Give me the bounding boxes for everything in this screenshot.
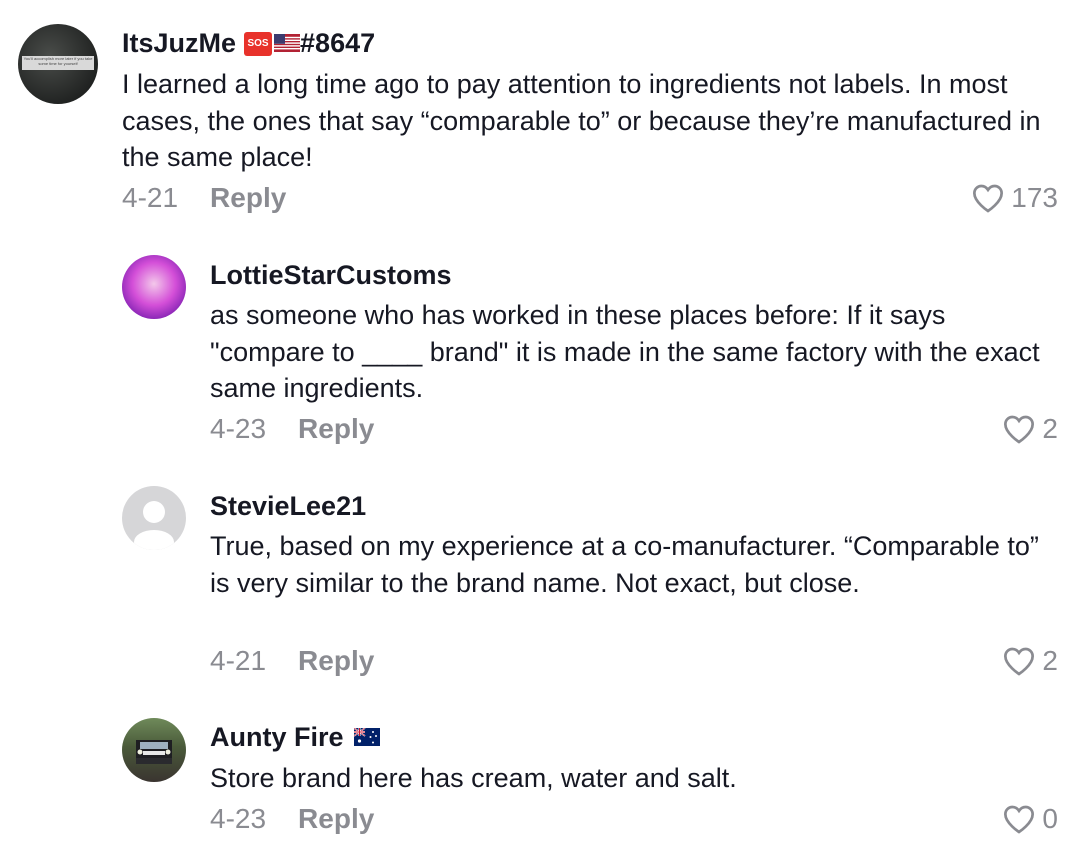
truck-image — [136, 740, 172, 764]
sos-badge-icon: SOS — [244, 31, 273, 56]
comment-text: I learned a long time ago to pay attenti… — [122, 69, 1041, 172]
australia-flag-icon — [353, 722, 380, 753]
avatar[interactable] — [122, 255, 186, 319]
like-count: 173 — [1011, 182, 1058, 213]
heart-outline-icon — [1004, 805, 1035, 834]
default-avatar-icon — [134, 501, 174, 550]
heart-outline-icon — [1004, 647, 1035, 676]
reply-button[interactable]: Reply — [298, 803, 374, 835]
reply-button[interactable]: Reply — [298, 645, 374, 677]
comment-text: True, based on my experience at a co-man… — [210, 531, 1039, 598]
comment-date: 4-23 — [210, 803, 267, 834]
comment-date: 4-23 — [210, 413, 267, 444]
comment-meta: 4-23 Reply — [210, 413, 374, 445]
comment-text: Store brand here has cream, water and sa… — [210, 763, 737, 793]
comment-username[interactable]: ItsJuzMe SOS #8647 — [122, 28, 375, 59]
heart-outline-icon — [1004, 415, 1035, 444]
like-button[interactable]: 173 — [971, 182, 1058, 214]
like-button[interactable]: 0 — [1002, 803, 1058, 835]
us-flag-icon — [274, 28, 301, 59]
comment-meta: 4-21 Reply — [122, 182, 286, 214]
comment-username[interactable]: LottieStarCustoms — [210, 260, 452, 291]
comment-date: 4-21 — [210, 645, 267, 676]
handle-suffix: #8647 — [300, 28, 376, 58]
like-button[interactable]: 2 — [1002, 645, 1058, 677]
like-button[interactable]: 2 — [1002, 413, 1058, 445]
username-text: ItsJuzMe — [122, 28, 237, 58]
avatar-note: You'll accomplish more later if you take… — [22, 56, 94, 70]
comment-date: 4-21 — [122, 182, 179, 213]
comment-meta: 4-21 Reply — [210, 645, 374, 677]
username-text: Aunty Fire — [210, 722, 344, 752]
avatar[interactable]: You'll accomplish more later if you take… — [18, 24, 98, 104]
comment-text: as someone who has worked in these place… — [210, 300, 1040, 403]
reply-button[interactable]: Reply — [298, 413, 374, 445]
like-count: 2 — [1042, 645, 1058, 676]
like-count: 2 — [1042, 413, 1058, 444]
comment-username[interactable]: StevieLee21 — [210, 491, 366, 522]
comment-username[interactable]: Aunty Fire — [210, 722, 380, 753]
like-count: 0 — [1042, 803, 1058, 834]
heart-outline-icon — [973, 184, 1004, 213]
avatar[interactable] — [122, 486, 186, 550]
comment-meta: 4-23 Reply — [210, 803, 374, 835]
avatar[interactable] — [122, 718, 186, 782]
reply-button[interactable]: Reply — [210, 182, 286, 214]
